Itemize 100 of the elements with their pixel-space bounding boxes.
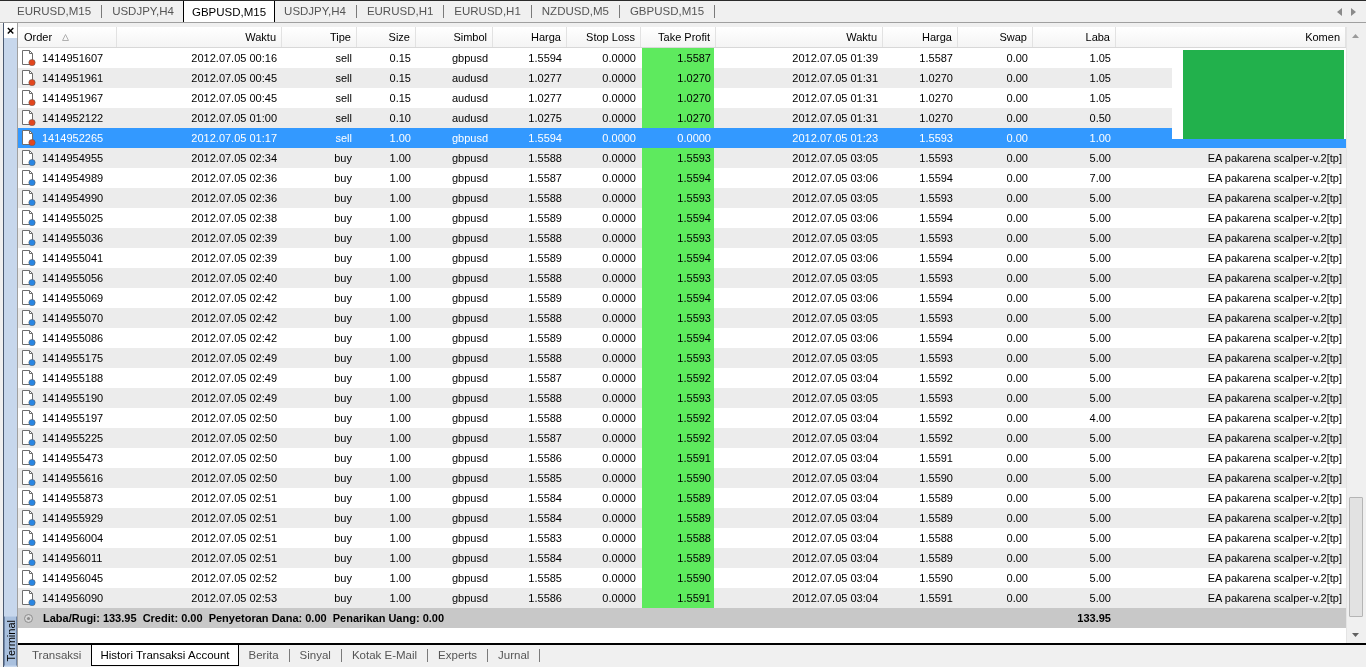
table-row[interactable]: 1414955929 2012.07.05 02:51 buy 1.00 gbpusd 1.5584 0.0000 1.5589 2012.07.05 03:04 1.5589 0.00 5.00 EA pakarena scalper-v.2[tp] xyxy=(18,508,1346,528)
table-cell-text: 2012.07.05 03:06 xyxy=(791,211,879,226)
column-header[interactable]: Take Profit xyxy=(641,27,716,47)
document-icon xyxy=(22,90,36,106)
panel-tab[interactable]: Histori Transaksi Account xyxy=(91,645,239,666)
table-cell-text: 1.5594 xyxy=(918,331,954,346)
table-cell: 1.5588 xyxy=(642,528,714,548)
table-cell-text: 1414955225 xyxy=(42,431,104,446)
panel-tab[interactable]: Berita xyxy=(238,645,289,666)
table-cell-text: 0.00 xyxy=(1005,411,1029,426)
table-row[interactable]: 1414955070 2012.07.05 02:42 buy 1.00 gbpusd 1.5588 0.0000 1.5593 2012.07.05 03:05 1.5593 0.00 5.00 EA pakarena scalper-v.2[tp] xyxy=(18,308,1346,328)
table-cell: 1.5592 xyxy=(642,368,714,388)
table-row[interactable]: 1414955036 2012.07.05 02:39 buy 1.00 gbpusd 1.5588 0.0000 1.5593 2012.07.05 03:05 1.5593 0.00 5.00 EA pakarena scalper-v.2[tp] xyxy=(18,228,1346,248)
panel-tab[interactable]: Jurnal xyxy=(488,645,540,666)
scroll-left-icon[interactable] xyxy=(1337,7,1342,16)
table-row[interactable]: 1414955225 2012.07.05 02:50 buy 1.00 gbpusd 1.5587 0.0000 1.5592 2012.07.05 03:04 1.5592 0.00 5.00 EA pakarena scalper-v.2[tp] xyxy=(18,428,1346,448)
column-header[interactable]: Waktu xyxy=(716,27,883,47)
chart-tab[interactable]: EURUSD,M15 xyxy=(8,1,101,22)
panel-tab[interactable]: Kotak E-Mail xyxy=(341,645,428,666)
document-icon xyxy=(22,410,36,426)
table-row[interactable]: 1414956090 2012.07.05 02:53 buy 1.00 gbpusd 1.5586 0.0000 1.5591 2012.07.05 03:04 1.5591 0.00 5.00 EA pakarena scalper-v.2[tp] xyxy=(18,588,1346,608)
chart-tab[interactable]: USDJPY,H4 xyxy=(275,1,355,22)
table-cell-text: 1414951961 xyxy=(42,71,104,86)
table-row[interactable]: 1414954955 2012.07.05 02:34 buy 1.00 gbpusd 1.5588 0.0000 1.5593 2012.07.05 03:05 1.5593 0.00 5.00 EA pakarena scalper-v.2[tp] xyxy=(18,148,1346,168)
document-icon xyxy=(22,550,36,566)
table-cell-text: buy xyxy=(333,211,353,226)
table-cell-text: 1.5587 xyxy=(527,371,563,386)
table-cell-text: EA pakarena scalper-v.2[tp] xyxy=(1206,171,1343,186)
chart-tab[interactable]: EURUSD,H1 xyxy=(445,1,530,22)
table-cell: 1.5591 xyxy=(642,588,714,608)
panel-tab[interactable]: Experts xyxy=(428,645,488,666)
table-row[interactable]: 1414952122 2012.07.05 01:00 sell 0.10 audusd 1.0275 0.0000 1.0270 2012.07.05 01:31 1.0270 0.00 0.50 xyxy=(18,108,1172,128)
table-cell-text: 2012.07.05 03:04 xyxy=(791,551,879,566)
column-header[interactable]: Stop Loss xyxy=(567,27,641,47)
column-header[interactable]: Harga xyxy=(883,27,958,47)
close-button[interactable]: × xyxy=(4,25,17,37)
table-row[interactable]: 1414955175 2012.07.05 02:49 buy 1.00 gbpusd 1.5588 0.0000 1.5593 2012.07.05 03:05 1.5593 0.00 5.00 EA pakarena scalper-v.2[tp] xyxy=(18,348,1346,368)
column-header[interactable]: Laba xyxy=(1033,27,1116,47)
table-cell-text: 2012.07.05 02:42 xyxy=(190,331,278,346)
table-cell-text: 5.00 xyxy=(1088,431,1112,446)
table-cell-text: gbpusd xyxy=(450,451,489,466)
table-cell-text: 1.5592 xyxy=(918,431,954,446)
chart-tab[interactable]: GBPUSD,M15 xyxy=(620,1,714,22)
table-cell-text: 1.5588 xyxy=(527,191,563,206)
table-cell-text: 1.0270 xyxy=(918,111,954,126)
column-header[interactable]: Simbol xyxy=(416,27,493,47)
table-cell-text: gbpusd xyxy=(450,391,489,406)
table-cell-text: 1414952265 xyxy=(42,131,104,146)
column-header[interactable]: Order xyxy=(18,27,117,47)
scroll-right-icon[interactable] xyxy=(1351,7,1356,16)
table-cell: 1.0270 xyxy=(642,108,714,128)
table-row[interactable]: 1414955616 2012.07.05 02:50 buy 1.00 gbpusd 1.5585 0.0000 1.5590 2012.07.05 03:04 1.5590 0.00 5.00 EA pakarena scalper-v.2[tp] xyxy=(18,468,1346,488)
chart-tab[interactable]: GBPUSD,M15 xyxy=(182,1,276,23)
table-row[interactable]: 1414956011 2012.07.05 02:51 buy 1.00 gbpusd 1.5584 0.0000 1.5589 2012.07.05 03:04 1.5589 0.00 5.00 EA pakarena scalper-v.2[tp] xyxy=(18,548,1346,568)
table-cell-text: 1.5590 xyxy=(918,571,954,586)
table-cell-text: 2012.07.05 03:06 xyxy=(791,331,879,346)
table-cell-text: 0.00 xyxy=(1005,171,1029,186)
table-row[interactable]: 1414951961 2012.07.05 00:45 sell 0.15 audusd 1.0277 0.0000 1.0270 2012.07.05 01:31 1.0270 0.00 1.05 xyxy=(18,68,1172,88)
table-cell-text: 0.0000 xyxy=(601,511,637,526)
table-cell-text: 2012.07.05 03:05 xyxy=(791,351,879,366)
table-cell-text: 0.50 xyxy=(1088,111,1112,126)
column-header[interactable]: Waktu xyxy=(117,27,282,47)
document-icon xyxy=(22,370,36,386)
table-cell-text: 0.00 xyxy=(1005,391,1029,406)
table-cell-text: 0.0000 xyxy=(601,471,637,486)
table-cell-text: gbpusd xyxy=(450,411,489,426)
table-cell-text: 1.00 xyxy=(388,151,412,166)
chart-tab[interactable]: NZDUSD,M5 xyxy=(532,1,618,22)
scroll-thumb[interactable] xyxy=(1349,497,1363,617)
table-cell-text: 2012.07.05 02:52 xyxy=(190,571,278,586)
table-cell-text: gbpusd xyxy=(450,471,489,486)
table-cell-text: 1.5586 xyxy=(527,451,563,466)
table-cell-text: 1.00 xyxy=(388,271,412,286)
table-row[interactable]: 1414955190 2012.07.05 02:49 buy 1.00 gbpusd 1.5588 0.0000 1.5593 2012.07.05 03:05 1.5593 0.00 5.00 EA pakarena scalper-v.2[tp] xyxy=(18,388,1346,408)
table-cell-text: 0.0000 xyxy=(601,351,637,366)
table-cell-text: EA pakarena scalper-v.2[tp] xyxy=(1206,331,1343,346)
table-row[interactable]: 1414955056 2012.07.05 02:40 buy 1.00 gbpusd 1.5588 0.0000 1.5593 2012.07.05 03:05 1.5593 0.00 5.00 EA pakarena scalper-v.2[tp] xyxy=(18,268,1346,288)
panel-tab[interactable]: Sinyal xyxy=(289,645,341,666)
column-header[interactable]: Swap xyxy=(958,27,1033,47)
table-cell-text: 0.00 xyxy=(1005,291,1029,306)
table-cell-text: 0.00 xyxy=(1005,91,1029,106)
table-cell-text: 0.00 xyxy=(1005,431,1029,446)
column-header[interactable]: Harga xyxy=(493,27,567,47)
table-cell-text: 0.00 xyxy=(1005,311,1029,326)
table-row[interactable]: 1414954990 2012.07.05 02:36 buy 1.00 gbpusd 1.5588 0.0000 1.5593 2012.07.05 03:05 1.5593 0.00 5.00 EA pakarena scalper-v.2[tp] xyxy=(18,188,1346,208)
table-cell-text: 5.00 xyxy=(1088,211,1112,226)
chart-tab[interactable]: EURUSD,H1 xyxy=(357,1,443,22)
column-header[interactable]: Tipe xyxy=(282,27,357,47)
table-cell-text: 2012.07.05 02:39 xyxy=(190,231,278,246)
chart-tab[interactable]: USDJPY,H4 xyxy=(103,1,183,22)
document-icon xyxy=(22,310,36,326)
table-cell-text: 1414955069 xyxy=(42,291,104,306)
table-cell-text: 0.00 xyxy=(1005,531,1029,546)
table-cell-text: buy xyxy=(333,511,353,526)
table-cell-text: 1.5594 xyxy=(527,51,563,66)
column-header[interactable]: Size xyxy=(357,27,416,47)
panel-tab[interactable]: Transaksi xyxy=(22,645,92,666)
table-cell-text: 2012.07.05 01:31 xyxy=(791,71,879,86)
table-cell-text: 2012.07.05 03:04 xyxy=(791,531,879,546)
table-cell-text: 1.5594 xyxy=(918,171,954,186)
